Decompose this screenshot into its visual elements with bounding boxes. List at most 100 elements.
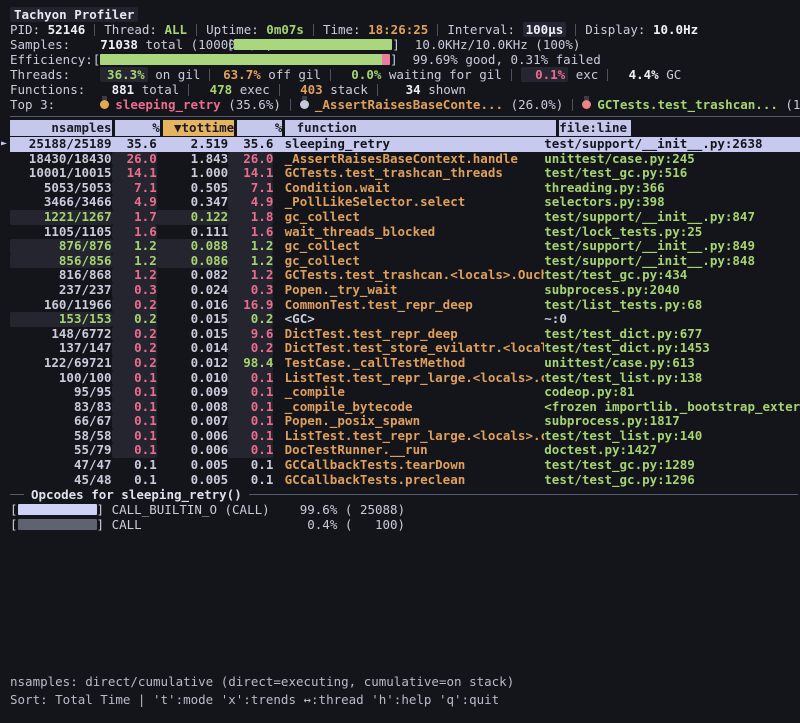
thread-stat-label: waiting for gil [389, 67, 502, 82]
column-header-pct2[interactable]: % [237, 120, 282, 136]
cell-tottime: 0.008 [157, 400, 228, 415]
table-row[interactable]: 160/119660.20.01616.9CommonTest.test_rep… [10, 298, 800, 313]
table-row[interactable]: 1221/12671.70.1221.8gc_collecttest/suppo… [10, 210, 800, 225]
column-header-file[interactable]: file:line [559, 120, 630, 136]
top-function-name[interactable]: GCTests.test_trashcan... [597, 97, 778, 112]
thread-stat-label: GC [666, 67, 681, 82]
table-row[interactable]: 856/8561.20.0861.2gc_collecttest/support… [10, 254, 800, 269]
opcode-row: [] CALL_BUILTIN_O (CALL)99.6% ( 25088) [10, 502, 800, 517]
cell-percent-direct: 0.1 [112, 400, 157, 415]
table-row[interactable]: 153/1530.20.0150.2<GC>~:0 [10, 312, 800, 327]
cell-percent-direct: 0.1 [112, 429, 157, 444]
cell-function-name: Popen._posix_spawn [273, 414, 544, 429]
cell-nsamples: 153/153 [10, 312, 112, 327]
cell-function-name: GCTests.test_trashcan_threads [273, 166, 544, 181]
cell-percent-direct: 0.2 [112, 312, 157, 327]
table-row[interactable]: 10001/1001514.11.00014.1GCTests.test_tra… [10, 166, 800, 181]
column-header-nsamples[interactable]: nsamples [10, 120, 112, 136]
cell-tottime: 0.009 [157, 385, 228, 400]
gold-medal-icon [100, 100, 109, 109]
table-row[interactable]: 816/8681.20.0821.2GCTests.test_trashcan.… [10, 268, 800, 283]
cell-function-name: gc_collect [273, 210, 544, 225]
table-row[interactable]: 45/480.10.0050.1GCCallbackTests.preclean… [10, 473, 800, 488]
cell-tottime: 0.088 [157, 239, 228, 254]
table-row[interactable]: 58/580.10.0060.1ListTest.test_repr_large… [10, 429, 800, 444]
cell-percent-cumulative: 14.1 [228, 166, 273, 181]
opcode-list: [] CALL_BUILTIN_O (CALL)99.6% ( 25088)[]… [10, 502, 800, 532]
cell-nsamples: 237/237 [10, 283, 112, 298]
cell-function-name: _AssertRaisesBaseContext.handle [273, 152, 544, 167]
top-function-name[interactable]: sleeping_retry [115, 97, 220, 112]
cell-function-name: DictTest.test_store_evilattr.<local... [273, 341, 544, 356]
cell-function-name: Popen._try_wait [273, 283, 544, 298]
cell-percent-cumulative: 35.6 [228, 137, 273, 152]
divider [209, 69, 210, 81]
cell-file-line: test/test_dict.py:1453 [544, 341, 800, 356]
table-row[interactable]: 5053/50537.10.5057.1Condition.waitthread… [10, 181, 800, 196]
cell-percent-cumulative: 0.2 [228, 312, 273, 327]
opcode-name: CALL [112, 517, 293, 532]
cell-percent-direct: 26.0 [112, 152, 157, 167]
cell-tottime: 0.010 [157, 371, 228, 386]
top-function-name[interactable]: _AssertRaisesBaseConte... [315, 97, 503, 112]
samples-line: Samples:71038 total (10000.4/s)[] 10.0KH… [10, 37, 800, 52]
title-line: Tachyon Profiler [10, 7, 800, 22]
column-header-function[interactable]: function [285, 120, 556, 136]
cell-nsamples: 876/876 [10, 239, 112, 254]
column-header-pct1[interactable]: % [115, 120, 160, 136]
divider [188, 84, 189, 96]
dash [10, 494, 24, 495]
function-stat-value: 478 [198, 82, 232, 97]
top3-label: Top 3: [10, 97, 100, 112]
cell-percent-cumulative: 1.2 [228, 239, 273, 254]
cell-nsamples: 148/6772 [10, 327, 112, 342]
thread-value[interactable]: ALL [165, 22, 188, 37]
table-row[interactable]: 122/697210.20.01298.4TestCase._callTestM… [10, 356, 800, 371]
efficiency-line: Efficiency:[] 99.69% good, 0.31% failed [10, 52, 800, 67]
cell-file-line: threading.py:366 [544, 181, 800, 196]
table-row[interactable]: 876/8761.20.0881.2gc_collecttest/support… [10, 239, 800, 254]
table-row[interactable]: 137/1470.20.0140.2DictTest.test_store_ev… [10, 341, 800, 356]
opcode-row: [] CALL0.4% ( 100) [10, 517, 800, 532]
cell-percent-direct: 35.6 [112, 137, 157, 152]
table-row[interactable]: 83/830.10.0080.1_compile_bytecode<frozen… [10, 400, 800, 415]
cell-percent-cumulative: 7.1 [228, 181, 273, 196]
function-stat-value: 34 [387, 82, 421, 97]
cell-percent-direct: 0.1 [112, 371, 157, 386]
table-row[interactable]: 100/1000.10.0100.1ListTest.test_repr_lar… [10, 371, 800, 386]
cell-tottime: 0.005 [157, 458, 228, 473]
cell-file-line: subprocess.py:2040 [544, 283, 800, 298]
cell-percent-direct: 14.1 [112, 166, 157, 181]
table-row[interactable]: 55/790.10.0060.1DocTestRunner.__rundocte… [10, 443, 800, 458]
cell-tottime: 0.007 [157, 414, 228, 429]
top-function-pct: (35.6%) [228, 97, 281, 112]
cell-nsamples: 58/58 [10, 429, 112, 444]
column-header-tottime[interactable]: ▼tottime [163, 120, 234, 136]
table-row[interactable]: 148/67720.20.0159.6DictTest.test_repr_de… [10, 327, 800, 342]
efficiency-summary: 99.69% good, 0.31% failed [413, 52, 601, 67]
table-row[interactable]: 3466/34664.90.3474.9_PollLikeSelector.se… [10, 195, 800, 210]
function-stat-value: 403 [289, 82, 323, 97]
table-row[interactable]: ►25188/2518935.62.51935.6sleeping_retryt… [10, 137, 800, 152]
function-stat-label: exec [240, 82, 270, 97]
cell-tottime: 0.347 [157, 195, 228, 210]
table-row[interactable]: 1105/11051.60.1111.6wait_threads_blocked… [10, 225, 800, 240]
table-row[interactable]: 47/470.10.0050.1GCCallbackTests.tearDown… [10, 458, 800, 473]
table-row[interactable]: 18430/1843026.01.84326.0_AssertRaisesBas… [10, 152, 800, 167]
table-row[interactable]: 237/2370.30.0240.3Popen._try_waitsubproc… [10, 283, 800, 298]
cell-percent-direct: 0.2 [112, 356, 157, 371]
samples-rate: 10.0KHz/10.0KHz (100%) [415, 37, 581, 52]
table-row[interactable]: 66/670.10.0070.1Popen._posix_spawnsubpro… [10, 414, 800, 429]
cell-function-name: <GC> [273, 312, 544, 327]
cell-function-name: _PollLikeSelector.select [273, 195, 544, 210]
cell-percent-cumulative: 0.3 [228, 283, 273, 298]
cell-function-name: ListTest.test_repr_large.<locals>.c... [273, 429, 544, 444]
cell-file-line: test/lock_tests.py:25 [544, 225, 800, 240]
efficiency-label: Efficiency: [10, 52, 93, 67]
functions-label: Functions: [10, 82, 100, 97]
samples-total: 71038 [100, 37, 138, 52]
pid-label: PID: [10, 22, 40, 37]
cell-function-name: gc_collect [273, 239, 544, 254]
table-row[interactable]: 95/950.10.0090.1_compilecodeop.py:81 [10, 385, 800, 400]
opcode-bar [18, 519, 97, 530]
